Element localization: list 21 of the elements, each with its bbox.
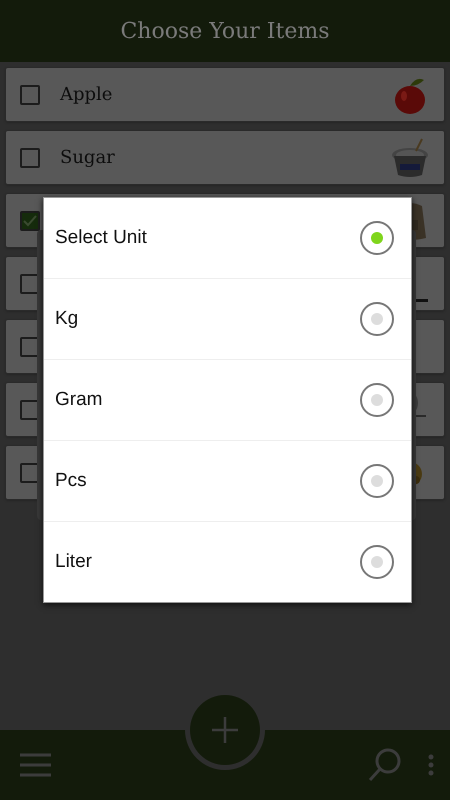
radio-button[interactable] [360,545,394,579]
radio-button[interactable] [360,302,394,336]
radio-button[interactable] [360,383,394,417]
more-icon[interactable] [428,754,434,776]
checkbox[interactable] [20,210,40,230]
item-name: Apple [60,84,114,105]
unit-option[interactable]: Kg [55,308,78,330]
checkbox[interactable] [20,148,40,168]
plus-icon [210,715,240,745]
checkbox[interactable] [20,84,40,104]
unit-option[interactable]: Gram [55,389,102,411]
page-title: Choose Your Items [120,18,330,44]
unit-option[interactable]: Liter [55,551,92,573]
radio-button[interactable] [360,464,394,498]
unit-option[interactable]: Select Unit [55,227,147,249]
menu-icon[interactable] [20,753,51,777]
unit-option[interactable]: Pcs [55,470,87,492]
radio-button[interactable] [360,221,394,255]
item-name: Sugar [60,147,116,168]
search-icon[interactable] [368,748,402,782]
add-button[interactable] [190,695,260,765]
